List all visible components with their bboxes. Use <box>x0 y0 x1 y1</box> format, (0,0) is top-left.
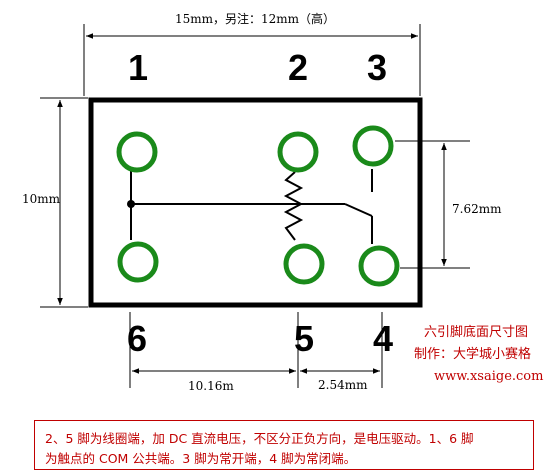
height-dimension: 10mm <box>22 97 88 308</box>
dimension-label-10-16: 10.16m <box>188 379 234 393</box>
pin-pad-3 <box>352 125 394 167</box>
pin-description-note: 2、5 脚为线圈端，加 DC 直流电压，不区分正负方向，是电压驱动。1、6 脚 … <box>34 420 534 470</box>
pin-number-3: 3 <box>367 47 387 88</box>
pin-pad-2 <box>277 131 319 173</box>
bottom-dimensions: 10.16m 2.54mm <box>129 312 383 393</box>
pin-number-1: 1 <box>128 47 148 88</box>
pin-pad-5 <box>283 243 325 285</box>
internal-wiring <box>130 169 373 244</box>
wiring-junction-dot <box>127 200 135 208</box>
note-line-2: 为触点的 COM 公共端。3 脚为常开端，4 脚为常闭端。 <box>45 451 357 466</box>
caption-author: 制作：大学城小赛格 <box>414 346 531 362</box>
pin-pad-4 <box>358 245 400 287</box>
pin-pad-1 <box>116 131 158 173</box>
caption-website: www.xsaige.com <box>434 369 543 384</box>
height-dimension-label: 10mm <box>22 192 61 206</box>
dimension-label-2-54: 2.54mm <box>318 378 368 392</box>
pitch-dimension-label: 7.62mm <box>452 202 502 216</box>
pin-number-4: 4 <box>373 318 393 359</box>
pin-pads <box>116 125 400 287</box>
pin-number-5: 5 <box>294 318 314 359</box>
relay-body-outline <box>88 97 423 308</box>
pin-pad-6 <box>117 241 159 283</box>
relay-pinout-diagram: 15mm，另注：12mm（高） 10mm 1 2 3 6 5 4 7.62mm … <box>22 11 543 393</box>
width-dimension-label: 15mm，另注：12mm（高） <box>175 11 335 26</box>
pitch-dimension: 7.62mm <box>395 140 502 269</box>
side-caption: 六引脚底面尺寸图 制作：大学城小赛格 www.xsaige.com <box>414 324 543 384</box>
pin-number-2: 2 <box>288 47 308 88</box>
caption-title: 六引脚底面尺寸图 <box>424 324 528 340</box>
note-line-1: 2、5 脚为线圈端，加 DC 直流电压，不区分正负方向，是电压驱动。1、6 脚 <box>45 431 474 446</box>
